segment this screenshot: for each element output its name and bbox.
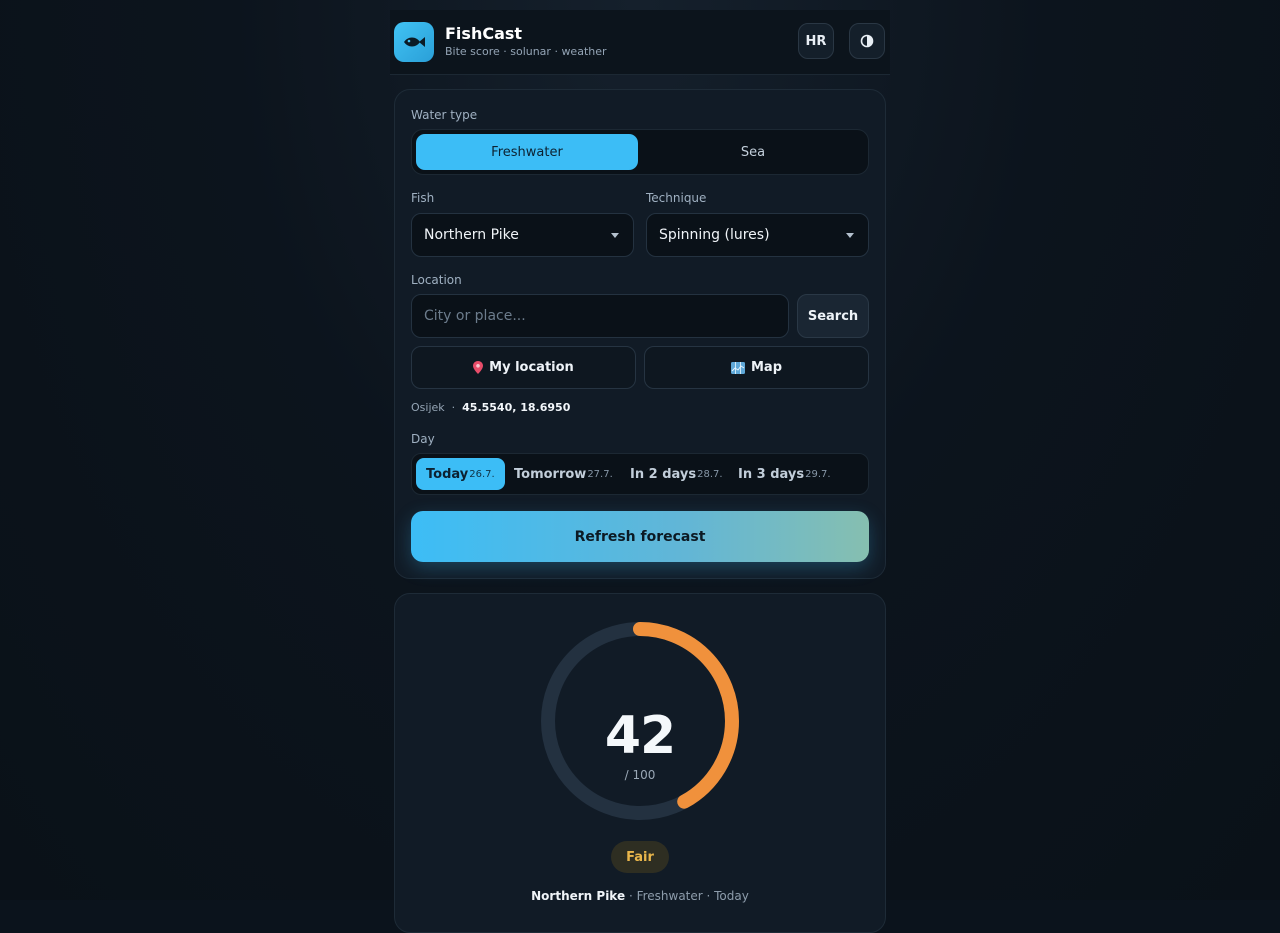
score-fish: Northern Pike xyxy=(531,889,626,903)
fish-label: Fish xyxy=(411,191,435,205)
my-location-button[interactable]: My location xyxy=(411,346,636,389)
selected-location: Osijek · 45.5540, 18.6950 xyxy=(411,401,570,414)
score-gauge: 42 / 100 xyxy=(537,618,743,824)
app-header: FishCast Bite score · solunar · weather … xyxy=(390,10,890,75)
water-option-freshwater[interactable]: Freshwater xyxy=(416,134,638,170)
coordinates: 45.5540, 18.6950 xyxy=(462,401,571,414)
separator-dot: · xyxy=(448,401,459,414)
day-label: Day xyxy=(411,432,435,446)
chevron-down-icon xyxy=(611,233,619,238)
contrast-icon xyxy=(860,34,874,48)
forecast-form-card: Water type Freshwater Sea Fish Technique… xyxy=(394,89,886,579)
score-context: Northern Pike · Freshwater · Today xyxy=(395,889,885,903)
location-search-input[interactable] xyxy=(411,294,789,338)
technique-select-value: Spinning (lures) xyxy=(659,227,770,243)
fish-select-value: Northern Pike xyxy=(424,227,519,243)
water-type-label: Water type xyxy=(411,108,478,122)
day-option-today[interactable]: Today 26.7. xyxy=(416,458,505,490)
place-name: Osijek xyxy=(411,401,445,414)
day-option-date: 27.7. xyxy=(587,468,613,480)
day-option-tomorrow[interactable]: Tomorrow 27.7. xyxy=(504,458,623,490)
app-title: FishCast xyxy=(445,24,523,43)
app: FishCast Bite score · solunar · weather … xyxy=(390,10,890,933)
technique-label: Technique xyxy=(646,191,707,205)
app-subtitle: Bite score · solunar · weather xyxy=(445,45,607,58)
score-value: 42 xyxy=(604,706,676,766)
fish-select[interactable]: Northern Pike xyxy=(411,213,634,257)
day-option-in-2-days[interactable]: In 2 days 28.7. xyxy=(620,458,733,490)
day-selector: Today 26.7. Tomorrow 27.7. In 2 days 28.7. … xyxy=(411,453,869,495)
refresh-forecast-button[interactable]: Refresh forecast xyxy=(411,511,869,562)
technique-select[interactable]: Spinning (lures) xyxy=(646,213,869,257)
day-option-label: In 2 days xyxy=(630,466,697,482)
chevron-down-icon xyxy=(846,233,854,238)
theme-toggle-button[interactable] xyxy=(849,23,885,59)
day-option-in-3-days[interactable]: In 3 days 29.7. xyxy=(728,458,841,490)
day-option-label: In 3 days xyxy=(738,466,805,482)
location-label: Location xyxy=(411,273,462,287)
map-icon xyxy=(730,361,745,374)
map-label: Map xyxy=(750,360,782,375)
water-option-sea[interactable]: Sea xyxy=(642,134,864,170)
fish-logo-icon xyxy=(394,22,434,62)
map-button[interactable]: Map xyxy=(644,346,869,389)
score-max: / 100 xyxy=(624,768,656,782)
water-type-toggle: Freshwater Sea xyxy=(411,129,869,175)
day-option-date: 28.7. xyxy=(697,468,723,480)
day-option-label: Tomorrow xyxy=(514,466,587,482)
language-button[interactable]: HR xyxy=(798,23,834,59)
day-option-date: 26.7. xyxy=(469,468,495,480)
day-option-label: Today xyxy=(426,466,469,482)
pin-icon xyxy=(473,361,484,374)
search-button[interactable]: Search xyxy=(797,294,869,338)
day-option-date: 29.7. xyxy=(805,468,831,480)
score-meta-text: · Freshwater · Today xyxy=(628,889,749,903)
bite-score-card: 42 / 100 Fair Northern Pike · Freshwater… xyxy=(394,593,886,933)
rating-badge: Fair xyxy=(611,841,669,873)
my-location-label: My location xyxy=(489,360,574,375)
